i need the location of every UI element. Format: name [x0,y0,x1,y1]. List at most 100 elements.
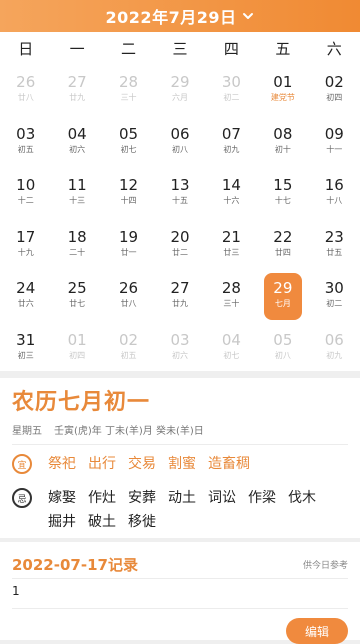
day-cell[interactable]: 18 二十 [51,219,102,271]
day-cell[interactable]: 19 廿一 [103,219,154,271]
weekday-label: 二 [121,39,137,58]
day-number: 16 [324,176,344,194]
day-cell[interactable]: 16 十八 [309,167,360,219]
day-cell[interactable]: 06 初九 [309,322,360,374]
divider [12,608,348,609]
day-number: 23 [324,227,344,246]
day-cell[interactable]: 27 廿九 [51,64,102,116]
weekday-label: 六 [326,39,342,58]
day-cell[interactable]: 07 初九 [206,116,257,168]
lunar-day-label: 初九 [326,350,343,360]
day-cell[interactable]: 30 初二 [206,64,257,116]
ji-list: 嫁娶 作灶 安葬 动土 词讼 作梁 伐木 掘井 破土 移徙 [48,488,350,532]
weekday-label: 三 [172,39,188,58]
day-cell[interactable]: 05 初八 [257,322,308,374]
date-header[interactable]: 2022年7月29日 [0,0,360,32]
day-cell[interactable]: 02 初四 [309,64,360,116]
day-cell[interactable]: 04 初七 [206,322,257,374]
day-cell[interactable]: 26 廿八 [0,64,51,116]
lunar-day-label: 六月 [171,93,188,102]
day-cell[interactable]: 28 三十 [103,64,154,116]
day-number: 02 [324,73,344,91]
day-number: 12 [119,176,139,194]
day-cell[interactable]: 30 初二 [309,270,360,322]
edit-button[interactable]: 编辑 [286,618,348,644]
yi-item: 割蜜 [168,456,196,472]
day-number: 19 [119,227,139,246]
day-number: 04 [67,124,87,143]
day-number: 29 [273,279,293,297]
lunar-day-label: 十八 [326,196,343,205]
day-cell[interactable]: 27 廿九 [154,270,205,322]
day-cell[interactable]: 12 十四 [103,167,154,219]
day-number: 05 [119,124,139,143]
day-cell[interactable]: 26 廿八 [103,270,154,322]
day-cell[interactable]: 03 初五 [0,116,51,168]
day-number: 08 [273,124,293,143]
day-number: 26 [16,73,36,91]
day-cell[interactable]: 25 廿七 [51,270,102,322]
day-cell[interactable]: 04 初六 [51,116,102,168]
day-cell[interactable]: 01 初四 [51,322,102,374]
day-cell[interactable]: 10 十二 [0,167,51,219]
day-cell[interactable]: 28 三十 [206,270,257,322]
day-cell[interactable]: 02 初五 [103,322,154,374]
weekday-label: 五 [275,39,291,58]
lunar-day-label: 十二 [17,196,34,205]
day-info-panel: 农历七月初一 星期五 壬寅(虎)年 丁未(羊)月 癸未(羊)日 宜 祭祀 出行 交易… [0,378,360,538]
lunar-day-label: 十九 [17,247,34,257]
divider [12,444,348,445]
day-cell[interactable]: 03 初六 [154,322,205,374]
day-cell[interactable]: 08 初十 [257,116,308,168]
day-cell[interactable]: 05 初七 [103,116,154,168]
day-cell[interactable]: 14 十六 [206,167,257,219]
day-cell[interactable]: 13 十五 [154,167,205,219]
day-number: 06 [324,330,344,349]
lunar-day-label: 建党节 [270,93,295,102]
day-cell[interactable]: 24 廿六 [0,270,51,322]
record-title: 2022-07-17记录 [12,556,138,574]
day-cell[interactable]: 15 十七 [257,167,308,219]
day-cell[interactable]: 31 初三 [0,322,51,374]
lunar-day-label: 初二 [223,93,240,102]
day-cell[interactable]: 29 六月 [154,64,205,116]
lunar-day-label: 初二 [326,299,343,308]
day-number: 03 [16,124,36,143]
ji-item: 嫁娶 [48,490,76,506]
day-number: 31 [16,330,36,349]
day-cell[interactable]: 06 初八 [154,116,205,168]
day-cell[interactable]: 22 廿四 [257,219,308,271]
day-number: 01 [273,73,293,91]
ji-item: 词讼 [208,490,236,506]
lunar-day-label: 十五 [171,196,188,205]
day-number: 27 [170,279,190,297]
lunar-date: 农历七月初一 [12,390,151,415]
day-cell[interactable]: 17 十九 [0,219,51,271]
day-number: 17 [16,227,36,246]
ji-badge-icon: 忌 [12,488,32,508]
day-cell[interactable]: 23 廿五 [309,219,360,271]
day-number: 11 [67,176,87,194]
weekday-label: 日 [18,39,34,58]
day-number: 07 [221,124,241,143]
ganzhi-day: 癸未(羊)日 [156,426,204,437]
day-cell[interactable]: 11 十三 [51,167,102,219]
day-cell[interactable]: 01 建党节 [257,64,308,116]
day-cell-selected[interactable]: 29 七月 [257,270,308,322]
lunar-day-label: 初五 [120,350,137,360]
day-number: 09 [324,124,344,143]
day-number: 28 [221,279,241,297]
day-number: 02 [119,330,139,349]
day-cell[interactable]: 21 廿三 [206,219,257,271]
day-number: 22 [273,227,293,246]
weekday-label: 四 [223,39,239,58]
yi-list: 祭祀 出行 交易 割蜜 造畜稠 [48,454,250,474]
day-cell[interactable]: 20 廿二 [154,219,205,271]
day-number: 03 [170,330,190,349]
lunar-day-label: 三十 [223,299,240,308]
weekday-label: 一 [69,39,85,58]
ji-row: 忌 嫁娶 作灶 安葬 动土 词讼 作梁 伐木 掘井 破土 移徙 [12,488,350,532]
day-cell[interactable]: 09 十一 [309,116,360,168]
ganzhi-month: 丁未(羊)月 [105,426,153,437]
ji-item: 作灶 [88,490,116,506]
